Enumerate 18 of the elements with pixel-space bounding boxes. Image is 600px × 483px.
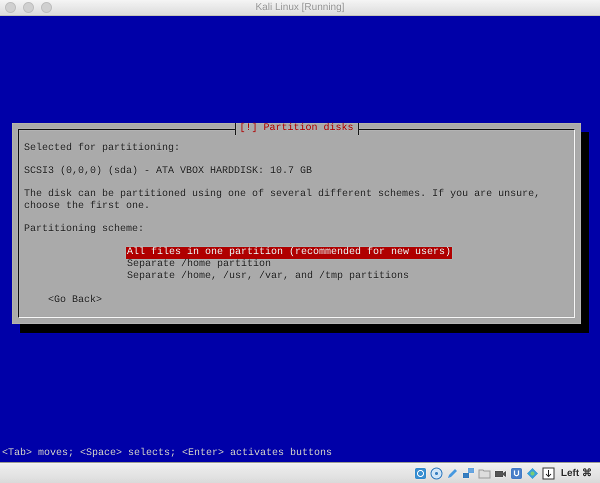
host-key-label: Left ⌘: [560, 467, 592, 479]
dialog-text: Selected for partitioning:: [24, 143, 182, 155]
dialog-title: [!] Partition disks: [234, 123, 359, 135]
network-icon[interactable]: [462, 466, 475, 480]
usb-icon[interactable]: [510, 466, 523, 480]
window-title: Kali Linux [Running]: [256, 2, 344, 13]
go-back-button[interactable]: <Go Back>: [48, 295, 102, 307]
dialog-text: SCSI3 (0,0,0) (sda) - ATA VBOX HARDDISK: 10.7 GB: [24, 166, 314, 178]
scheme-option[interactable]: Separate /home, /usr, /var, and /tmp partitions: [126, 271, 410, 283]
scheme-option[interactable]: Separate /home partition: [126, 259, 272, 271]
help-line: <Tab> moves; <Space> selects; <Enter> activates buttons: [1, 448, 334, 461]
scheme-option[interactable]: All files in one partition (recommended for new users): [126, 247, 452, 259]
dialog-text: The disk can be partitioned using one of several different schemes. If you are unsure, choose the first one.: [24, 189, 542, 213]
cd-icon[interactable]: [430, 466, 443, 480]
disk-icon[interactable]: [414, 466, 427, 480]
download-icon[interactable]: [542, 466, 555, 480]
pen-icon[interactable]: [446, 466, 459, 480]
prompt-label: Partitioning scheme:: [24, 224, 146, 236]
